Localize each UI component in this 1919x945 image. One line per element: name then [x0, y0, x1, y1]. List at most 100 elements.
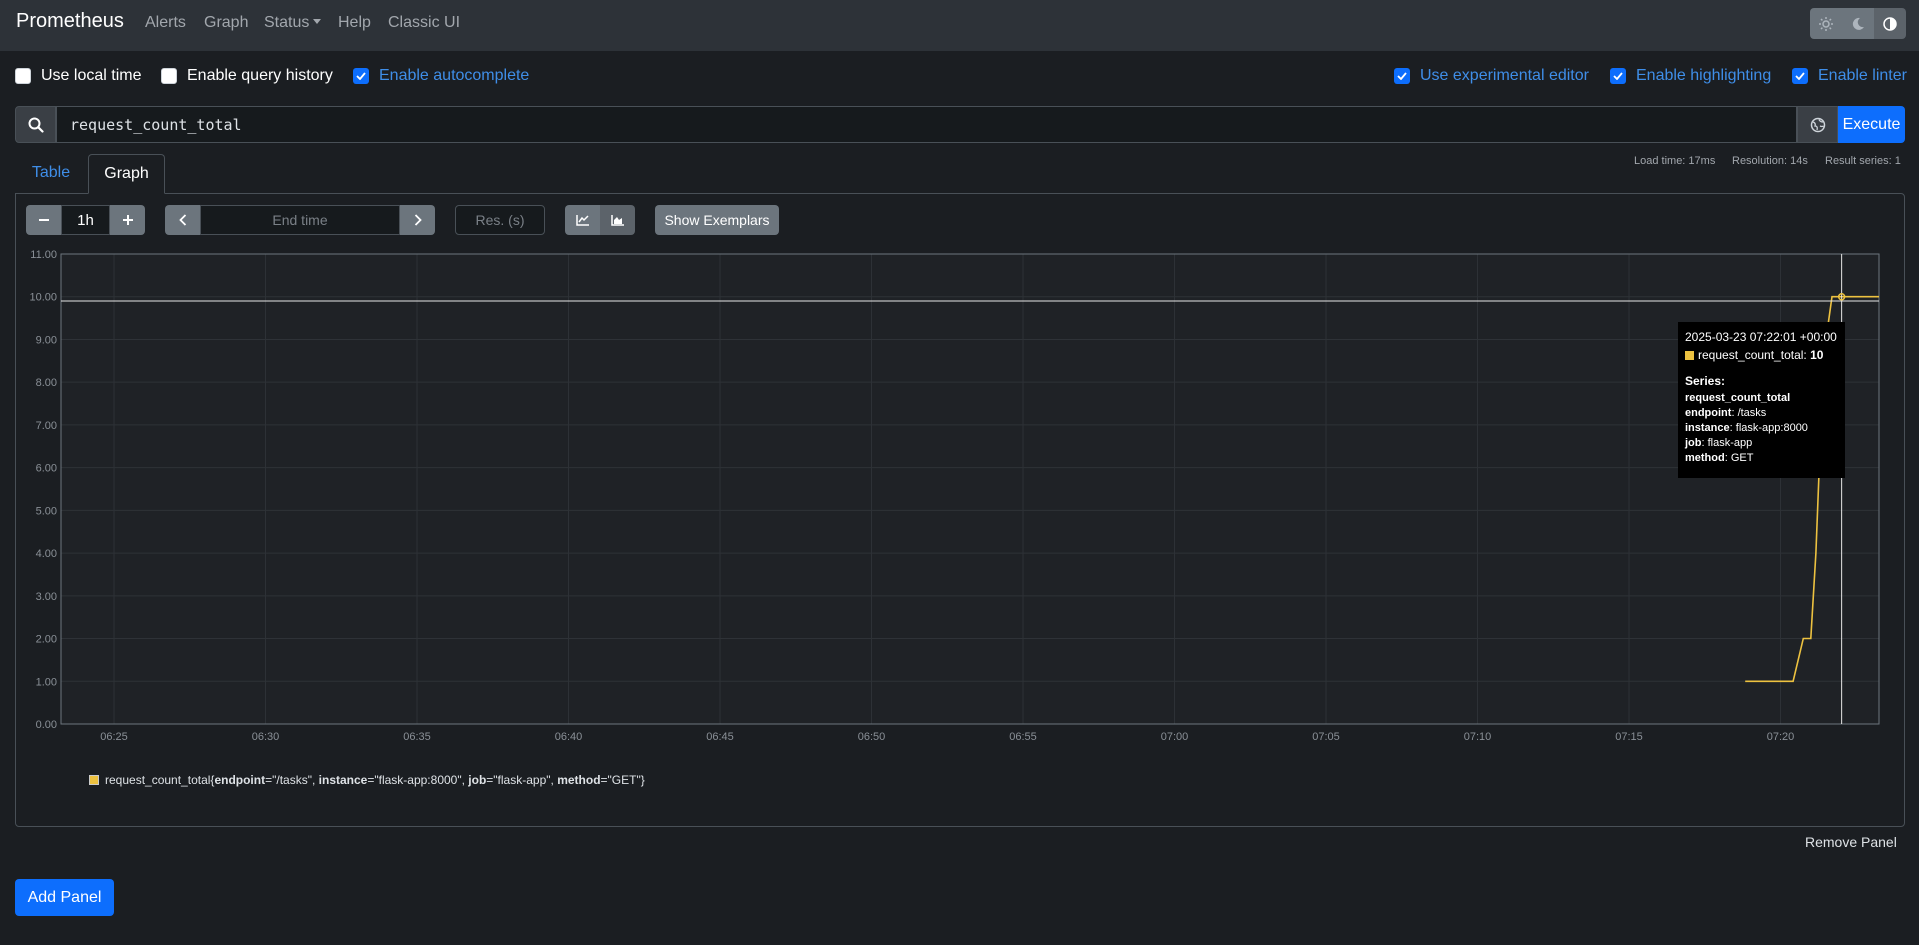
x-tick-label: 07:00 — [1161, 731, 1189, 743]
next-time-button[interactable] — [400, 205, 435, 235]
globe-icon — [1810, 117, 1825, 132]
y-tick-label: 0.00 — [36, 719, 57, 731]
checkbox[interactable] — [353, 68, 369, 84]
use-local-time-toggle[interactable]: Use local time — [15, 67, 141, 85]
legend-label-key: endpoint — [214, 773, 266, 787]
enable-linter-toggle[interactable]: Enable linter — [1792, 67, 1907, 85]
increase-range-button[interactable] — [110, 205, 145, 235]
y-tick-label: 2.00 — [36, 634, 57, 646]
label-value: GET — [1730, 452, 1754, 464]
enable-autocomplete-label: Enable autocomplete — [379, 67, 530, 84]
tooltip-metric: request_count_total — [1685, 392, 1791, 404]
enable-query-history-toggle[interactable]: Enable query history — [161, 67, 333, 85]
label-key: endpoint — [1685, 407, 1732, 419]
unstacked-button[interactable] — [565, 205, 600, 235]
graph-legend-item[interactable]: request_count_total{endpoint = "/tasks", i… — [89, 773, 645, 787]
x-tick-label: 07:10 — [1464, 731, 1492, 743]
x-tick-label: 06:25 — [100, 731, 128, 743]
use-experimental-editor-toggle[interactable]: Use experimental editor — [1394, 67, 1589, 85]
search-icon — [28, 117, 44, 133]
y-tick-label: 7.00 — [36, 420, 57, 432]
check-icon — [1613, 72, 1623, 80]
enable-highlighting-toggle[interactable]: Enable highlighting — [1610, 67, 1771, 85]
show-exemplars-button[interactable]: Show Exemplars — [655, 205, 779, 235]
tab-graph[interactable]: Graph — [88, 154, 165, 194]
tooltip-value-row: request_count_total: 10 — [1685, 348, 1838, 363]
decrease-range-button[interactable] — [26, 205, 61, 235]
stacked-button[interactable] — [600, 205, 635, 235]
add-panel-button[interactable]: Add Panel — [15, 879, 114, 916]
nav-alerts[interactable]: Alerts — [145, 14, 186, 32]
legend-metric: request_count_total — [105, 773, 211, 787]
y-tick-label: 6.00 — [36, 463, 57, 475]
enable-highlighting-label: Enable highlighting — [1636, 67, 1772, 84]
tooltip-label-row: endpoint: /tasks — [1685, 407, 1767, 419]
enable-query-history-label: Enable query history — [187, 67, 333, 84]
moon-icon — [1852, 17, 1864, 30]
checkbox[interactable] — [161, 68, 177, 84]
nav-graph[interactable]: Graph — [204, 14, 248, 32]
result-series-stat: Result series: 1 — [1825, 155, 1901, 167]
checkbox[interactable] — [1394, 68, 1410, 84]
end-time-input[interactable]: End time — [200, 205, 400, 235]
x-tick-label: 07:05 — [1312, 731, 1340, 743]
legend-separator: , — [311, 773, 319, 787]
sun-icon — [1819, 16, 1833, 31]
caret-down-icon — [313, 19, 322, 24]
checkbox[interactable] — [1610, 68, 1626, 84]
check-icon — [1397, 72, 1407, 80]
dark-theme-button[interactable] — [1842, 8, 1874, 39]
graph-chart[interactable]: 0.00 1.00 2.00 3.00 4.00 5.00 6.00 7.00 8.00 9.00… — [20, 243, 1885, 743]
nav-help[interactable]: Help — [338, 14, 371, 32]
execute-button[interactable]: Execute — [1838, 106, 1905, 143]
plus-icon — [122, 215, 133, 225]
legend-label-value: "GET" — [607, 773, 641, 787]
minus-icon — [38, 219, 49, 221]
tab-table[interactable]: Table — [15, 154, 87, 194]
query-bar: request_count_total Execute — [15, 106, 1905, 143]
tooltip-label-row: job: flask-app — [1685, 437, 1753, 449]
use-local-time-label: Use local time — [41, 67, 142, 84]
y-tick-label: 3.00 — [36, 591, 57, 603]
x-tick-label: 07:15 — [1615, 731, 1643, 743]
previous-time-button[interactable] — [165, 205, 200, 235]
legend-label-value: "flask-app" — [493, 773, 551, 787]
metrics-explorer-button[interactable] — [1797, 106, 1838, 143]
auto-theme-button[interactable] — [1874, 8, 1906, 39]
checkbox[interactable] — [15, 68, 31, 84]
nav-classic-ui[interactable]: Classic UI — [388, 14, 460, 32]
check-icon — [1795, 72, 1805, 80]
expression-input[interactable]: request_count_total — [56, 106, 1797, 143]
legend-separator: , — [550, 773, 558, 787]
light-theme-button[interactable] — [1810, 8, 1842, 39]
tooltip-series-heading: Series: — [1685, 374, 1726, 388]
label-key: method — [1685, 452, 1725, 464]
check-icon — [356, 72, 366, 80]
y-tick-label: 9.00 — [36, 334, 57, 346]
checkbox[interactable] — [1792, 68, 1808, 84]
label-value: /tasks — [1737, 407, 1767, 419]
x-tick-label: 06:50 — [858, 731, 886, 743]
legend-label-value: "/tasks" — [272, 773, 312, 787]
range-input[interactable]: 1h — [61, 205, 110, 235]
y-tick-label: 5.00 — [36, 505, 57, 517]
legend-label-key: instance — [318, 773, 368, 787]
y-tick-label: 10.00 — [29, 292, 57, 304]
resolution-input[interactable]: Res. (s) — [455, 205, 545, 235]
series-color-swatch — [1685, 351, 1694, 360]
legend-swatch — [89, 775, 99, 785]
adjust-icon — [1883, 16, 1897, 31]
remove-panel-link[interactable]: Remove Panel — [1805, 834, 1897, 850]
theme-switcher — [1810, 8, 1906, 39]
nav-status-dropdown[interactable]: Status — [264, 14, 322, 32]
brand-logo[interactable]: Prometheus — [16, 10, 124, 33]
legend-label-key: job — [468, 773, 487, 787]
label-key: job — [1685, 437, 1702, 449]
enable-autocomplete-toggle[interactable]: Enable autocomplete — [353, 67, 529, 85]
x-tick-label: 06:35 — [403, 731, 431, 743]
label-value: flask-app:8000 — [1735, 422, 1808, 434]
navbar: Prometheus Alerts Graph Status Help Clas… — [0, 0, 1919, 51]
area-chart-icon — [610, 215, 624, 226]
x-tick-label: 06:45 — [706, 731, 734, 743]
search-icon-addon — [15, 106, 56, 143]
